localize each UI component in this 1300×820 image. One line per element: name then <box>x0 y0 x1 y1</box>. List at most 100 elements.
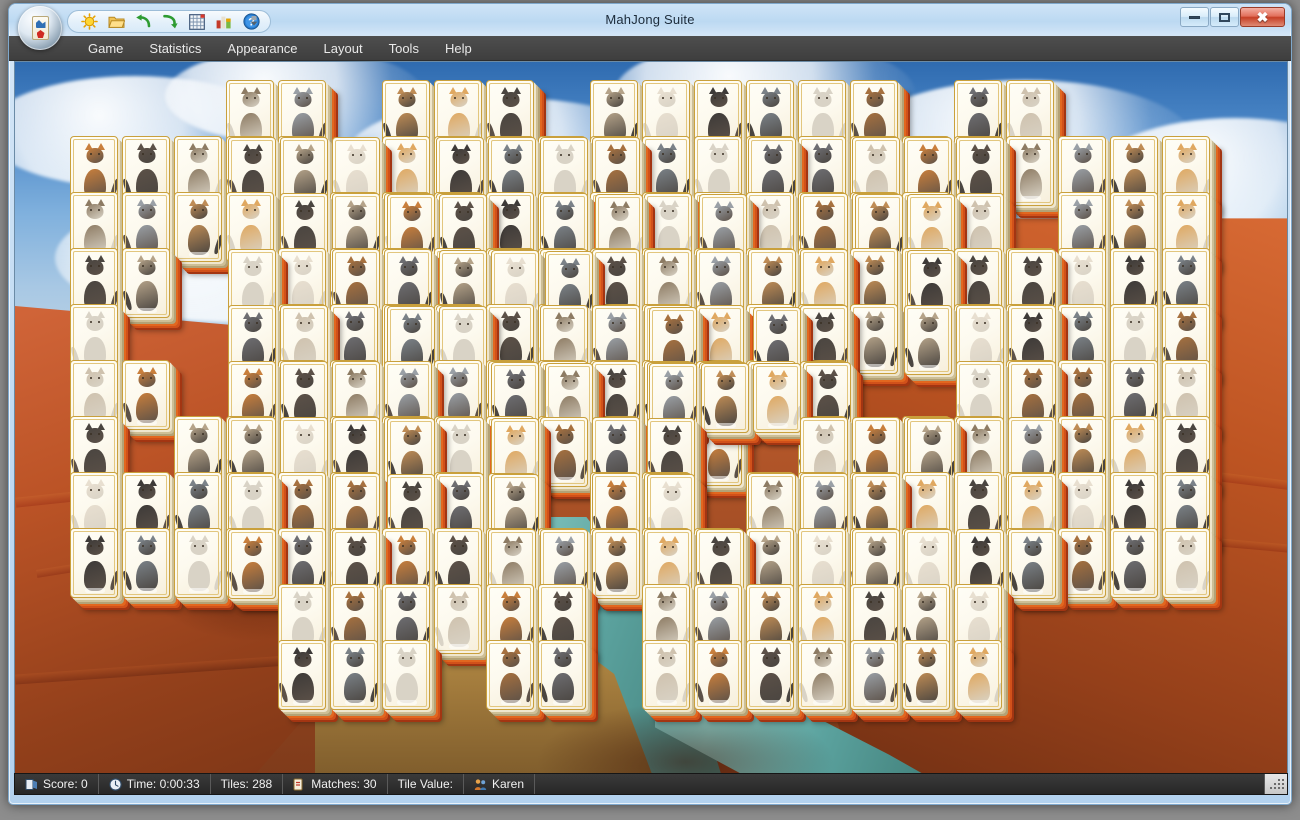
new-game-button[interactable] <box>80 13 98 31</box>
score-icon <box>25 778 38 791</box>
menu-item-statistics[interactable]: Statistics <box>136 38 214 59</box>
close-button[interactable]: ✖ <box>1240 7 1285 27</box>
mahjong-tile[interactable] <box>701 363 749 433</box>
mahjong-tile[interactable] <box>330 640 378 710</box>
tile-layer[interactable] <box>15 62 1287 773</box>
mahjong-tile[interactable] <box>122 528 170 598</box>
mahjong-tile[interactable] <box>486 640 534 710</box>
mahjong-tile[interactable] <box>278 640 326 710</box>
mahjong-tile[interactable] <box>904 305 952 375</box>
cat-tile-image <box>803 646 843 706</box>
mahjong-tile[interactable] <box>1006 136 1054 206</box>
cat-tile-image <box>543 646 583 706</box>
status-score: Score: 0 <box>15 774 99 794</box>
status-matches: Matches: 30 <box>283 774 387 794</box>
cat-tile-image <box>706 369 746 429</box>
customize-toolbar-button[interactable] <box>247 14 261 28</box>
menu-item-layout[interactable]: Layout <box>311 38 376 59</box>
cat-tile-image <box>127 534 167 594</box>
mahjong-tile[interactable] <box>1110 528 1158 598</box>
status-time-label: Time: 0:00:33 <box>127 777 200 791</box>
mahjong-tile[interactable] <box>174 192 222 262</box>
menu-item-appearance[interactable]: Appearance <box>214 38 310 59</box>
mahjong-tile[interactable] <box>1058 528 1106 598</box>
status-time: Time: 0:00:33 <box>99 774 211 794</box>
open-button[interactable] <box>107 13 125 31</box>
status-tiles: Tiles: 288 <box>211 774 284 794</box>
players-icon <box>474 778 487 791</box>
game-board[interactable] <box>14 61 1288 774</box>
mahjong-tile[interactable] <box>902 640 950 710</box>
mahjong-tile[interactable] <box>746 640 794 710</box>
cat-tile-image <box>751 646 791 706</box>
mahjong-tile[interactable] <box>850 640 898 710</box>
application-window: MahJong Suite ✖ <box>8 3 1292 805</box>
minimize-button[interactable] <box>1180 7 1209 27</box>
chevron-down-icon <box>248 15 260 27</box>
menu-item-game[interactable]: Game <box>75 38 136 59</box>
grid-icon <box>189 14 205 30</box>
cat-tile-image <box>855 646 895 706</box>
mahjong-tile[interactable] <box>642 640 690 710</box>
sun-icon <box>81 13 98 30</box>
mahjong-tile[interactable] <box>122 248 170 318</box>
mahjong-tile[interactable] <box>540 417 588 487</box>
status-bar: Score: 0 Time: 0:00:33 Tiles: 288 Matche… <box>14 773 1288 795</box>
undo-button[interactable] <box>134 13 152 31</box>
cat-tile-image <box>545 423 585 483</box>
status-score-label: Score: 0 <box>43 777 88 791</box>
menu-item-tools[interactable]: Tools <box>376 38 432 59</box>
statistics-button[interactable] <box>215 13 233 31</box>
mahjong-tile[interactable] <box>382 640 430 710</box>
mahjong-tile[interactable] <box>122 360 170 430</box>
cat-tile-image <box>959 646 999 706</box>
mahjong-tile[interactable] <box>538 640 586 710</box>
cat-tile-image <box>179 198 219 258</box>
cat-tile-image <box>75 534 115 594</box>
status-player: Karen <box>464 774 535 794</box>
mahjong-tile[interactable] <box>228 529 276 599</box>
mahjong-tile[interactable] <box>798 640 846 710</box>
cat-tile-image <box>1063 534 1103 594</box>
status-matches-label: Matches: 30 <box>311 777 376 791</box>
cat-tile-image <box>647 646 687 706</box>
layouts-button[interactable] <box>188 13 206 31</box>
cat-tile-image <box>283 646 323 706</box>
logo-blue-mark <box>36 20 46 28</box>
close-icon: ✖ <box>1257 10 1269 24</box>
status-tiles-label: Tiles: 288 <box>221 777 273 791</box>
mahjong-tile-logo-icon <box>32 16 49 40</box>
application-orb-button[interactable] <box>18 6 62 50</box>
cat-tile-image <box>1115 534 1155 594</box>
mahjong-tile[interactable] <box>70 528 118 598</box>
mahjong-tile[interactable] <box>753 363 801 433</box>
cat-tile-image <box>758 369 798 429</box>
cat-tile-image <box>439 590 479 650</box>
cat-tile-image <box>335 646 375 706</box>
mahjong-tile[interactable] <box>434 584 482 654</box>
cat-tile-image <box>855 310 895 370</box>
cat-tile-image <box>699 646 739 706</box>
cat-tile-image <box>491 646 531 706</box>
cat-tile-image <box>909 311 949 371</box>
mahjong-tile[interactable] <box>954 640 1002 710</box>
folder-icon <box>108 14 125 29</box>
cat-tile-image <box>907 646 947 706</box>
mahjong-tile[interactable] <box>850 304 898 374</box>
maximize-button[interactable] <box>1210 7 1239 27</box>
maximize-icon <box>1219 13 1230 22</box>
menu-bar: Game Statistics Appearance Layout Tools … <box>9 36 1291 61</box>
logo-red-mark <box>37 30 45 38</box>
minimize-icon <box>1189 16 1200 19</box>
mahjong-tile[interactable] <box>592 529 640 599</box>
mahjong-tile[interactable] <box>174 528 222 598</box>
window-controls: ✖ <box>1180 7 1285 27</box>
menu-item-help[interactable]: Help <box>432 38 485 59</box>
mahjong-tile[interactable] <box>694 640 742 710</box>
cat-tile-image <box>233 535 273 595</box>
resize-grip[interactable] <box>1265 774 1287 794</box>
mahjong-tile[interactable] <box>1008 529 1056 599</box>
mahjong-tile[interactable] <box>1162 528 1210 598</box>
undo-arrow-icon <box>135 14 152 29</box>
redo-button[interactable] <box>161 13 179 31</box>
